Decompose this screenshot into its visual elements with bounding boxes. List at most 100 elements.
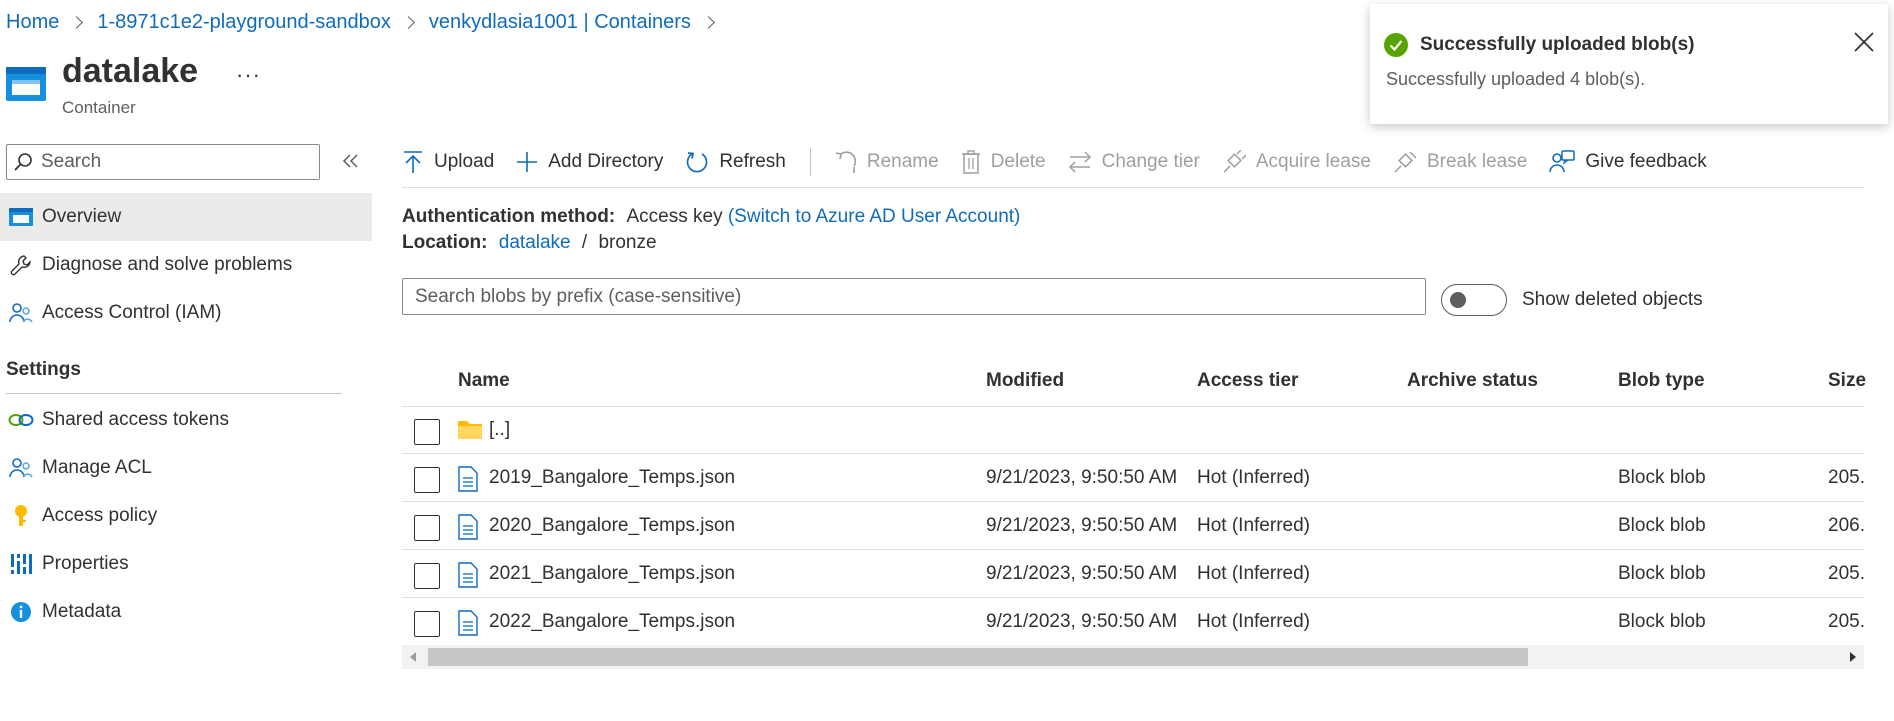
sidebar-search-input[interactable]: Search bbox=[6, 144, 320, 180]
add-directory-button[interactable]: Add Directory bbox=[516, 151, 663, 173]
sidebar-item-shared-access-tokens[interactable]: Shared access tokens bbox=[0, 396, 372, 444]
blob-name-link[interactable]: 2020_Bangalore_Temps.json bbox=[489, 515, 735, 537]
column-header-access-tier[interactable]: Access tier bbox=[1197, 370, 1298, 392]
info-icon bbox=[0, 601, 42, 623]
toggle-knob bbox=[1450, 292, 1466, 308]
blob-name-link[interactable]: 2021_Bangalore_Temps.json bbox=[489, 563, 735, 585]
success-check-icon bbox=[1384, 33, 1408, 57]
blob-access-tier: Hot (Inferred) bbox=[1197, 515, 1310, 536]
file-icon bbox=[458, 610, 478, 636]
table-row[interactable]: 2019_Bangalore_Temps.json 9/21/2023, 9:5… bbox=[402, 455, 1865, 502]
location-root-link[interactable]: datalake bbox=[499, 232, 571, 253]
container-icon bbox=[6, 67, 46, 101]
file-icon bbox=[458, 562, 478, 588]
blob-size: 206. bbox=[1828, 515, 1865, 536]
page-title: datalake bbox=[62, 52, 199, 90]
row-checkbox[interactable] bbox=[414, 611, 440, 637]
blob-size: 205. bbox=[1828, 467, 1865, 488]
breadcrumb-subscription[interactable]: 1-8971c1e2-playground-sandbox bbox=[97, 11, 391, 34]
column-header-size[interactable]: Size bbox=[1828, 370, 1866, 392]
row-checkbox[interactable] bbox=[414, 563, 440, 589]
upload-button[interactable]: Upload bbox=[402, 150, 494, 174]
blob-access-tier: Hot (Inferred) bbox=[1197, 467, 1310, 488]
sidebar-item-manage-acl[interactable]: Manage ACL bbox=[0, 444, 372, 492]
location: Location: datalake / bronze bbox=[402, 232, 657, 254]
break-lease-button[interactable]: Break lease bbox=[1393, 150, 1527, 174]
divider bbox=[6, 393, 342, 394]
rename-icon bbox=[835, 151, 857, 173]
blob-modified: 9/21/2023, 9:50:50 AM bbox=[986, 467, 1178, 488]
blob-size: 205. bbox=[1828, 563, 1865, 584]
sidebar-item-diagnose[interactable]: Diagnose and solve problems bbox=[0, 241, 372, 289]
column-header-name[interactable]: Name bbox=[458, 370, 510, 392]
file-icon bbox=[458, 514, 478, 540]
row-checkbox[interactable] bbox=[414, 419, 440, 445]
show-deleted-toggle[interactable] bbox=[1441, 284, 1507, 316]
blob-modified: 9/21/2023, 9:50:50 AM bbox=[986, 563, 1178, 584]
horizontal-scrollbar[interactable] bbox=[402, 645, 1864, 669]
search-icon bbox=[14, 153, 32, 171]
row-checkbox[interactable] bbox=[414, 515, 440, 541]
sidebar-item-label: Access policy bbox=[42, 505, 158, 526]
scroll-right-icon[interactable] bbox=[1850, 652, 1856, 662]
delete-button[interactable]: Delete bbox=[961, 150, 1046, 174]
blob-name-link[interactable]: 2019_Bangalore_Temps.json bbox=[489, 467, 735, 489]
notification-message: Successfully uploaded 4 blob(s). bbox=[1386, 69, 1646, 89]
blob-size: 205. bbox=[1828, 611, 1865, 632]
row-checkbox[interactable] bbox=[414, 467, 440, 493]
acquire-lease-button[interactable]: Acquire lease bbox=[1222, 150, 1371, 174]
sidebar-item-label: Access Control (IAM) bbox=[42, 302, 222, 323]
sidebar-item-label: Metadata bbox=[42, 601, 122, 622]
table-row-parent[interactable]: [..] bbox=[402, 407, 1864, 454]
switch-auth-link[interactable]: (Switch to Azure AD User Account) bbox=[728, 206, 1021, 227]
scroll-left-icon[interactable] bbox=[410, 652, 416, 662]
parent-directory-link[interactable]: [..] bbox=[489, 419, 510, 441]
change-tier-button[interactable]: Change tier bbox=[1068, 151, 1200, 173]
sidebar-item-label: Diagnose and solve problems bbox=[42, 254, 293, 275]
close-icon[interactable] bbox=[1852, 30, 1876, 54]
location-separator: / bbox=[581, 232, 588, 253]
sidebar-item-label: Manage ACL bbox=[42, 457, 152, 478]
more-options-button[interactable]: ··· bbox=[236, 62, 261, 88]
blob-access-tier: Hot (Inferred) bbox=[1197, 611, 1310, 632]
column-header-modified[interactable]: Modified bbox=[986, 370, 1064, 392]
column-header-blob-type[interactable]: Blob type bbox=[1618, 370, 1705, 392]
sidebar-item-properties[interactable]: Properties bbox=[0, 540, 372, 588]
upload-success-notification: Successfully uploaded blob(s) Successful… bbox=[1370, 4, 1888, 124]
chevron-right-icon bbox=[70, 15, 84, 29]
location-folder: bronze bbox=[598, 232, 657, 253]
table-row[interactable]: 2022_Bangalore_Temps.json 9/21/2023, 9:5… bbox=[402, 599, 1865, 646]
location-label: Location: bbox=[402, 232, 488, 253]
page-subtitle: Container bbox=[62, 98, 136, 117]
chevron-right-icon bbox=[702, 15, 715, 29]
give-feedback-button[interactable]: Give feedback bbox=[1549, 150, 1707, 174]
collapse-sidebar-icon[interactable] bbox=[340, 150, 362, 172]
sidebar-item-access-policy[interactable]: Access policy bbox=[0, 492, 372, 540]
rename-button[interactable]: Rename bbox=[833, 150, 939, 174]
blob-prefix-search-input[interactable] bbox=[402, 278, 1426, 315]
sidebar-item-overview[interactable]: Overview bbox=[0, 193, 372, 241]
link-icon bbox=[0, 411, 42, 429]
refresh-button[interactable]: Refresh bbox=[685, 150, 786, 174]
sidebar-search-placeholder: Search bbox=[41, 151, 102, 172]
blob-modified: 9/21/2023, 9:50:50 AM bbox=[986, 515, 1178, 536]
wrench-icon bbox=[0, 254, 42, 276]
feedback-icon bbox=[1549, 150, 1576, 173]
table-row[interactable]: 2021_Bangalore_Temps.json 9/21/2023, 9:5… bbox=[402, 551, 1865, 598]
scrollbar-thumb[interactable] bbox=[428, 648, 1528, 666]
sidebar-item-metadata[interactable]: Metadata bbox=[0, 588, 372, 636]
upload-icon bbox=[404, 151, 422, 173]
container-icon bbox=[0, 207, 42, 227]
trash-icon bbox=[961, 150, 980, 174]
command-bar: Upload Add Directory Refresh Rename Dele… bbox=[402, 140, 1729, 184]
blob-type: Block blob bbox=[1618, 467, 1706, 488]
column-header-archive-status[interactable]: Archive status bbox=[1407, 370, 1538, 392]
breadcrumb-home[interactable]: Home bbox=[6, 11, 59, 34]
sidebar-item-label: Overview bbox=[42, 206, 122, 227]
blob-name-link[interactable]: 2022_Bangalore_Temps.json bbox=[489, 611, 735, 633]
breadcrumb-containers[interactable]: venkydlasia1001 | Containers bbox=[429, 11, 691, 34]
sidebar-item-iam[interactable]: Access Control (IAM) bbox=[0, 289, 372, 337]
blob-modified: 9/21/2023, 9:50:50 AM bbox=[986, 611, 1178, 632]
table-row[interactable]: 2020_Bangalore_Temps.json 9/21/2023, 9:5… bbox=[402, 503, 1865, 550]
properties-icon bbox=[0, 553, 42, 575]
